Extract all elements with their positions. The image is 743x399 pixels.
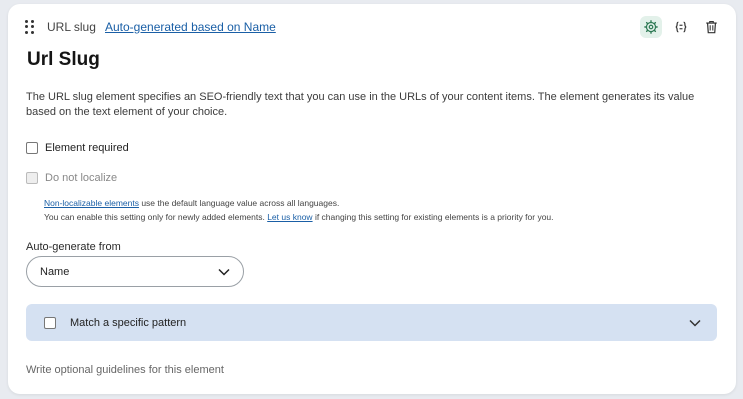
- localization-note-line1: Non-localizable elements use the default…: [44, 198, 339, 208]
- match-pattern-label: Match a specific pattern: [70, 316, 187, 329]
- match-pattern-section[interactable]: Match a specific pattern: [26, 304, 717, 341]
- page-title: Url Slug: [27, 49, 100, 70]
- chevron-down-icon[interactable]: [689, 319, 701, 327]
- element-required-option[interactable]: Element required: [26, 142, 129, 154]
- gear-icon[interactable]: [640, 16, 662, 38]
- guidelines-input[interactable]: Write optional guidelines for this eleme…: [26, 364, 224, 376]
- element-actions: [640, 16, 722, 38]
- auto-generate-select[interactable]: Name: [26, 256, 244, 287]
- let-us-know-link[interactable]: Let us know: [267, 212, 312, 222]
- auto-generated-link[interactable]: Auto-generated based on Name: [105, 20, 276, 34]
- element-required-checkbox[interactable]: [26, 142, 38, 154]
- localization-note-line2: You can enable this setting only for new…: [44, 212, 554, 222]
- drag-handle-icon[interactable]: [25, 20, 35, 34]
- match-pattern-option: Match a specific pattern: [44, 316, 187, 329]
- trash-icon[interactable]: [700, 16, 722, 38]
- chevron-down-icon: [218, 268, 230, 276]
- note-line2-pre: You can enable this setting only for new…: [44, 212, 268, 222]
- match-pattern-checkbox[interactable]: [44, 316, 56, 329]
- note-line1-text: use the default language value across al…: [138, 198, 340, 208]
- do-not-localize-label: Do not localize: [45, 172, 118, 184]
- do-not-localize-checkbox: [26, 172, 38, 184]
- note-line2-post: if changing this setting for existing el…: [312, 212, 554, 222]
- element-required-label: Element required: [45, 142, 129, 154]
- auto-generate-selected-value: Name: [40, 265, 70, 278]
- code-braces-icon[interactable]: [670, 16, 692, 38]
- element-card: URL slug Auto-generated based on Name Ur…: [8, 4, 736, 394]
- auto-generate-label: Auto-generate from: [26, 241, 121, 253]
- non-localizable-elements-link[interactable]: Non-localizable elements: [44, 198, 139, 208]
- element-description: The URL slug element specifies an SEO-fr…: [26, 91, 695, 118]
- element-type-label: URL slug: [47, 20, 96, 34]
- do-not-localize-option: Do not localize: [26, 172, 117, 184]
